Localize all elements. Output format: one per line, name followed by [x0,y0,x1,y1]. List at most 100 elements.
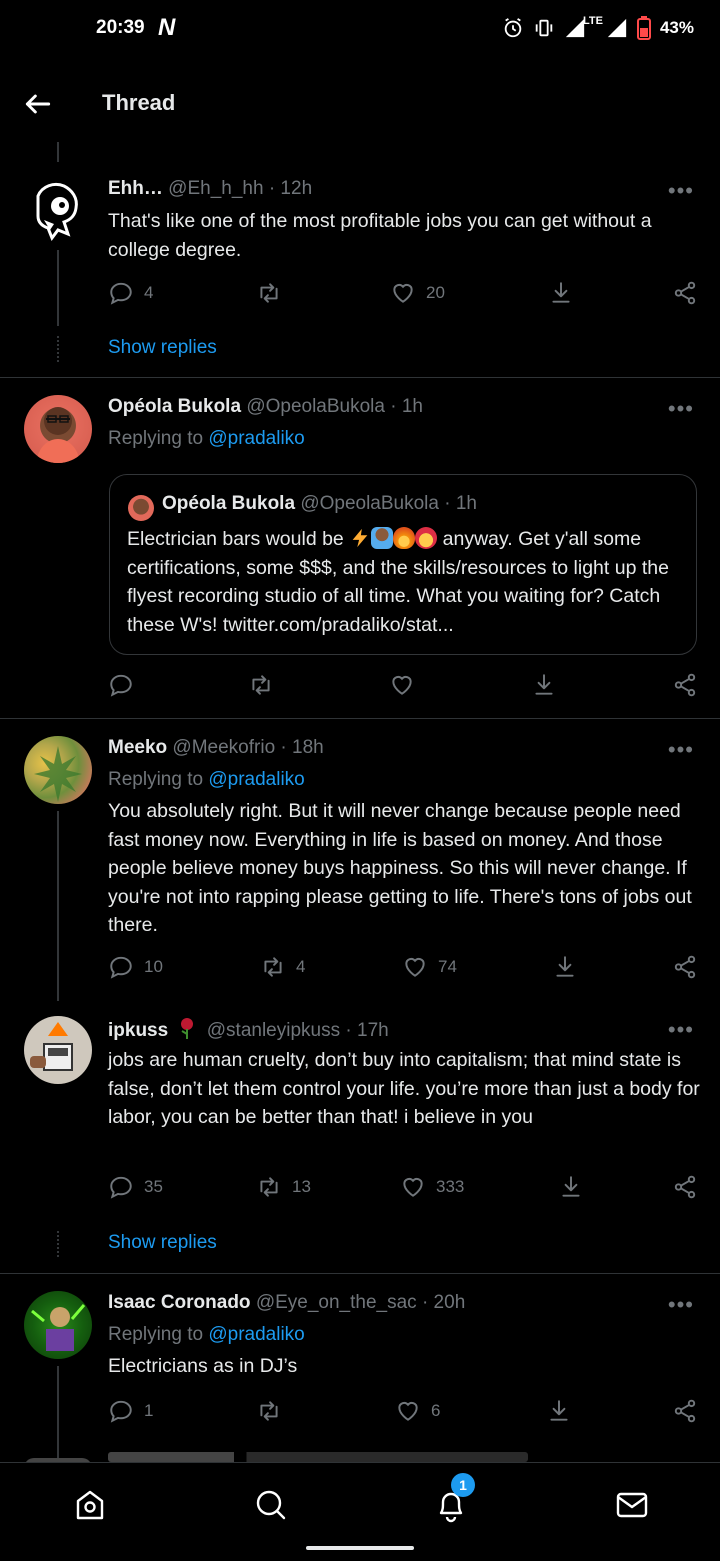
like-count: 6 [431,1401,441,1420]
reply-count: 35 [144,1177,163,1196]
search-icon[interactable] [251,1485,291,1525]
author-handle[interactable]: @Eh_h_hh [168,178,263,199]
author-name[interactable]: Isaac Coronado [108,1292,251,1313]
share-button[interactable] [672,954,698,980]
technologist-emoji [371,527,394,549]
share-button[interactable] [672,1174,698,1200]
tweet-1[interactable]: Ehh… @Eh_h_hh · 12h ••• That's like one … [0,142,720,378]
quote-text-start: Electrician bars would be [127,528,344,550]
vibrate-icon [535,19,553,37]
reply-button[interactable]: 10 [108,954,163,980]
tweet-text: jobs are human cruelty, don’t buy into c… [108,1049,700,1128]
mention-link[interactable]: @pradaliko [208,769,304,790]
status-bar: 20:39 N LTE 43% [0,0,720,62]
share-button[interactable] [672,1398,698,1424]
retweet-button[interactable] [256,280,292,306]
show-replies-link[interactable]: Show replies [108,1232,217,1254]
quoted-tweet[interactable]: Opéola Bukola @OpeolaBukola · 1h Electri… [109,474,697,655]
avatar[interactable] [24,1291,92,1359]
download-icon [556,956,574,977]
more-options-icon[interactable]: ••• [668,178,694,204]
mention-link[interactable]: @pradaliko [208,1324,304,1345]
reply-button[interactable] [108,672,134,698]
tweet-actions: 10 4 74 [108,954,698,984]
retweet-button[interactable]: 4 [260,954,305,980]
author-name[interactable]: ipkuss [108,1020,168,1041]
download-button[interactable] [531,672,557,698]
download-button[interactable] [558,1174,584,1200]
share-button[interactable] [672,672,698,698]
mention-link[interactable]: @pradaliko [208,428,304,449]
messages-icon[interactable] [612,1485,652,1525]
more-options-icon[interactable]: ••• [668,1292,694,1318]
show-replies-link[interactable]: Show replies [108,337,217,359]
retweet-button[interactable] [248,672,274,698]
reply-button[interactable]: 4 [108,280,153,306]
gesture-bar[interactable] [306,1546,414,1550]
author-handle[interactable]: @Meekofrio [172,737,275,758]
download-button[interactable] [546,1398,572,1424]
tweet-header: Opéola Bukola @OpeolaBukola · 1h [108,396,423,418]
more-options-icon[interactable]: ••• [668,737,694,763]
thread-line [57,250,59,326]
share-icon [674,1175,696,1199]
author-name[interactable]: Ehh… [108,178,163,199]
thread-line-top [57,142,59,162]
author-handle[interactable]: @stanleyipkuss [207,1020,340,1041]
like-button[interactable]: 6 [395,1398,440,1424]
avatar[interactable] [24,176,92,244]
reply-button[interactable]: 1 [108,1398,153,1424]
author-handle[interactable]: @OpeolaBukola [246,396,385,417]
tweet-text: You absolutely right. But it will never … [108,800,692,936]
download-icon [552,282,570,303]
download-icon [550,1400,568,1421]
heart-icon [405,957,425,977]
alarm-icon [504,18,522,38]
avatar[interactable] [24,736,92,804]
like-button[interactable]: 74 [402,954,457,980]
share-icon [674,673,696,697]
notification-badge: 1 [451,1473,475,1497]
top-bar: Thread [0,62,720,150]
author-name[interactable]: Meeko [108,737,167,758]
download-icon [562,1176,580,1197]
reply-count: 10 [144,957,163,976]
retweet-button[interactable] [256,1398,292,1424]
share-icon [674,1399,696,1423]
retweet-button[interactable]: 13 [256,1174,311,1200]
tweet-header: Meeko @Meekofrio · 18h [108,737,324,759]
next-tweet-header [108,1452,528,1462]
retweet-icon [260,1401,278,1421]
author-handle[interactable]: @Eye_on_the_sac [256,1292,417,1313]
share-icon [674,281,696,305]
like-button[interactable]: 20 [390,280,445,306]
reply-button[interactable]: 35 [108,1174,163,1200]
avatar[interactable] [24,1016,92,1084]
back-arrow-icon[interactable] [22,88,54,120]
author-name[interactable]: Opéola Bukola [108,396,241,417]
tweet-time: · 20h [421,1292,466,1313]
battery-icon [636,16,651,40]
share-button[interactable] [672,280,698,306]
fire-emoji [393,527,416,549]
tweet-header: Isaac Coronado @Eye_on_the_sac · 20h [108,1292,465,1314]
like-button[interactable]: 333 [400,1174,464,1200]
like-count: 333 [436,1177,465,1196]
more-options-icon[interactable]: ••• [668,1017,694,1043]
tweet-5[interactable]: Isaac Coronado @Eye_on_the_sac · 20h •••… [0,1274,720,1466]
signal-icon-2 [607,18,627,38]
like-button[interactable] [389,672,415,698]
quote-text: Electrician bars would be anyway. Get y'… [127,525,687,639]
home-icon[interactable] [70,1485,110,1525]
tweet-text: That's like one of the most profitable j… [108,210,652,261]
more-options-icon[interactable]: ••• [668,396,694,422]
replying-to: Replying to @pradaliko [108,769,305,791]
avatar[interactable] [24,395,92,463]
download-button[interactable] [552,954,578,980]
download-button[interactable] [548,280,574,306]
tweet-4[interactable]: ipkuss @stanleyipkuss · 17h ••• jobs are… [0,999,720,1274]
heart-icon [398,1401,418,1421]
tweet-3[interactable]: Meeko @Meekofrio · 18h ••• Replying to @… [0,719,720,1001]
reply-icon [110,1400,132,1423]
network-type: LTE [583,15,603,27]
